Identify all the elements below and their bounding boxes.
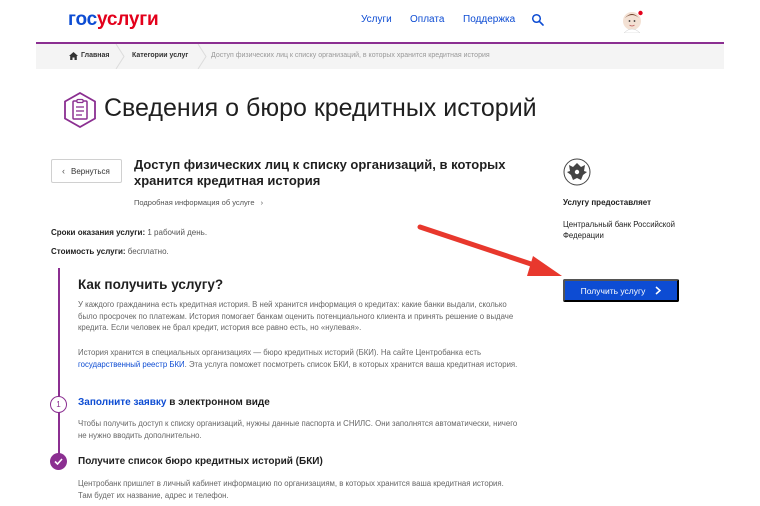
site-header: госуслуги Услуги Оплата Поддержка [0, 0, 760, 44]
user-avatar-icon[interactable] [622, 9, 644, 33]
home-icon [69, 52, 78, 60]
how-to-get-title: Как получить услугу? [78, 277, 224, 292]
bki-registry-link[interactable]: государственный реестр БКИ [78, 360, 185, 369]
chevron-right-icon [655, 286, 662, 295]
nav-payment[interactable]: Оплата [410, 14, 444, 25]
step-2-title: Получите список бюро кредитных историй (… [78, 456, 323, 467]
page-title: Сведения о бюро кредитных историй [104, 94, 537, 122]
intro-paragraph: У каждого гражданина есть кредитная исто… [78, 300, 514, 332]
central-bank-emblem-icon [563, 158, 591, 186]
step-2-text: Центробанк пришлет в личный кабинет инфо… [78, 479, 504, 500]
breadcrumb-home[interactable]: Главная [81, 52, 109, 59]
back-button[interactable]: ‹ Вернуться [51, 159, 122, 183]
document-list-icon [64, 92, 96, 128]
steps-timeline [58, 268, 60, 458]
step-2-marker [50, 453, 67, 470]
step-1-title: Заполните заявку в электронном виде [78, 397, 270, 408]
step-1-marker: 1 [50, 396, 67, 413]
service-cost: Стоимость услуги: бесплатно. [51, 247, 169, 256]
gosuslugi-logo[interactable]: госуслуги [68, 9, 159, 31]
service-details-link[interactable]: Подробная информация об услуге › [134, 198, 263, 207]
nav-support[interactable]: Поддержка [463, 14, 515, 25]
breadcrumb: Главная Категории услуг Доступ физически… [36, 44, 724, 69]
chevron-right-icon: › [260, 198, 264, 207]
breadcrumb-categories[interactable]: Категории услуг [132, 52, 188, 59]
service-title: Доступ физических лиц к списку организац… [134, 157, 506, 188]
chevron-left-icon: ‹ [62, 166, 65, 176]
provider-name: Центральный банк Российской Федерации [563, 220, 675, 240]
annotation-arrow-icon [417, 224, 562, 276]
nav-services[interactable]: Услуги [361, 14, 392, 25]
breadcrumb-current: Доступ физических лиц к списку организац… [211, 52, 490, 59]
provider-label: Услугу предоставляет [563, 198, 652, 207]
check-icon [54, 458, 63, 465]
breadcrumb-separator [197, 44, 207, 69]
get-service-button[interactable]: Получить услугу [563, 279, 679, 302]
registry-paragraph: История хранится в специальных организац… [78, 348, 518, 369]
search-icon[interactable] [531, 13, 545, 27]
fill-application-link[interactable]: Заполните заявку [78, 397, 166, 408]
breadcrumb-separator [115, 44, 125, 69]
service-terms: Сроки оказания услуги: 1 рабочий день. [51, 228, 208, 237]
step-1-text: Чтобы получить доступ к списку организац… [78, 419, 518, 440]
